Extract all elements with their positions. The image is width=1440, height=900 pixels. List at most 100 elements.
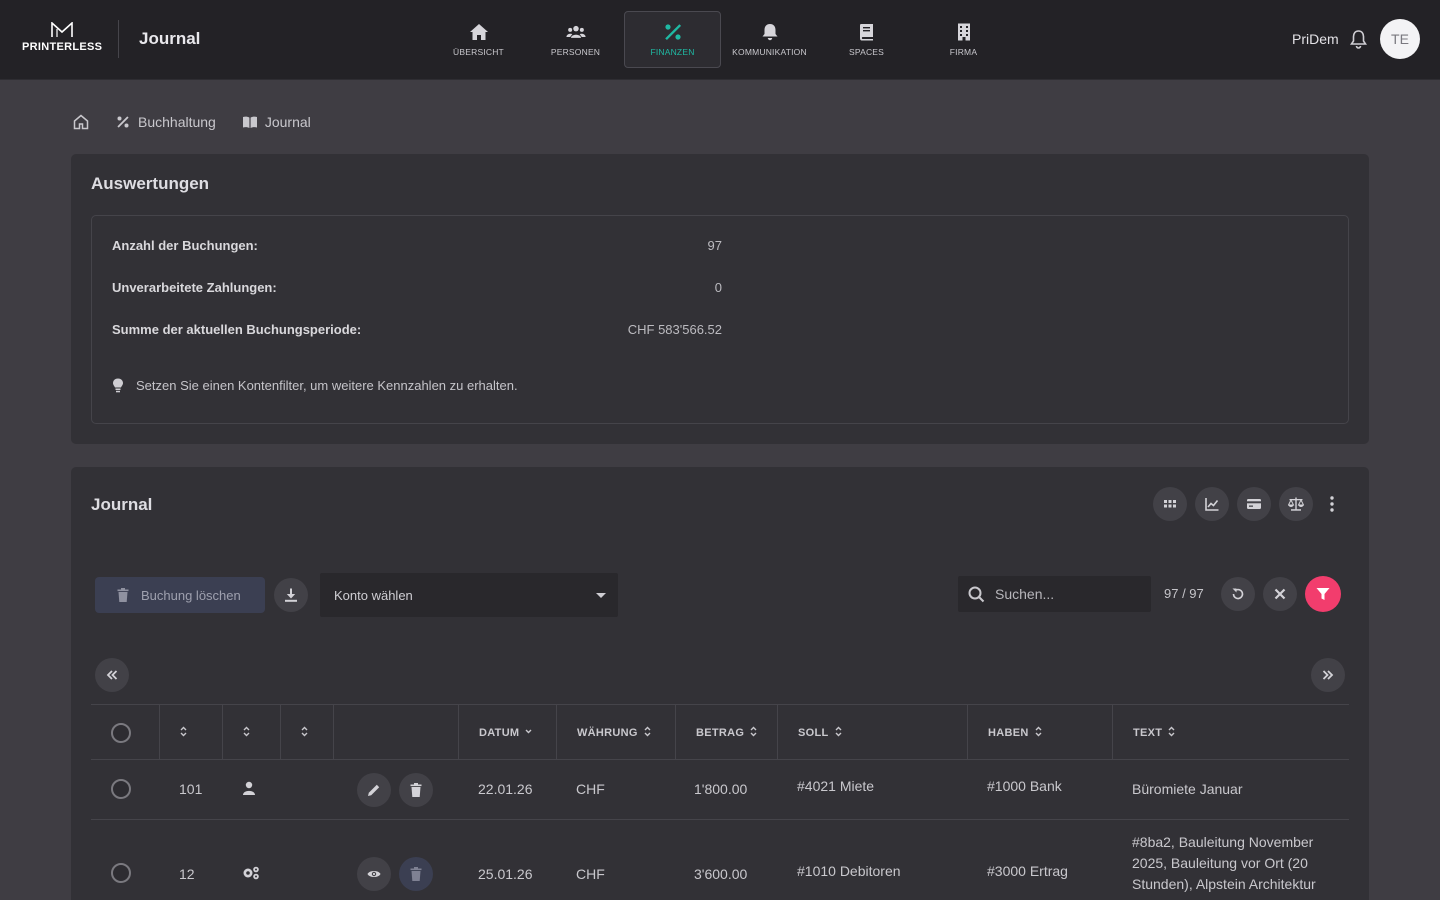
sort-icon xyxy=(301,726,308,740)
notifications-bell-icon[interactable] xyxy=(1349,29,1368,49)
scale-icon xyxy=(1288,497,1304,511)
nav-label: SPACES xyxy=(848,46,885,57)
payments-button[interactable] xyxy=(1237,487,1271,521)
page-last-button[interactable] xyxy=(1311,658,1345,692)
evaluation-title: Auswertungen xyxy=(91,174,210,193)
nav-item-kommunikation[interactable]: KOMMUNIKATION xyxy=(721,11,818,68)
journal-toolbar xyxy=(1153,487,1343,521)
sort-icon xyxy=(180,726,187,740)
breadcrumb-label: Buchhaltung xyxy=(138,114,216,130)
trash-icon xyxy=(410,783,422,797)
breadcrumb-journal[interactable]: Journal xyxy=(242,114,311,130)
select-all-checkbox[interactable] xyxy=(111,722,131,743)
nav-label: FINANZEN xyxy=(650,46,695,57)
bell-icon xyxy=(762,23,777,40)
percent-icon xyxy=(664,23,681,40)
download-button[interactable] xyxy=(274,578,308,612)
column-datum[interactable]: DATUM xyxy=(458,705,556,760)
table-row[interactable]: 101 22.01.26 CHF 1'800.00 #4021 Miete #1… xyxy=(91,760,1349,820)
download-icon xyxy=(285,588,297,602)
brand-logo[interactable]: PRINTERLESS xyxy=(22,22,102,58)
nav-item-spaces[interactable]: SPACES xyxy=(818,11,915,68)
avatar[interactable]: TE xyxy=(1380,19,1420,59)
row-waehrung: CHF xyxy=(576,866,605,882)
hint-text: Setzen Sie einen Kontenfilter, um weiter… xyxy=(136,378,518,393)
row-haben[interactable]: #1000 Bank xyxy=(987,778,1062,794)
breadcrumb: Buchhaltung Journal xyxy=(73,112,337,132)
nav-item-firma[interactable]: FIRMA xyxy=(915,11,1012,68)
row-haben[interactable]: #3000 Ertrag xyxy=(987,863,1068,879)
breadcrumb-home[interactable] xyxy=(73,114,89,130)
clear-button[interactable] xyxy=(1263,577,1297,611)
nav-item-uebersicht[interactable]: ÜBERSICHT xyxy=(430,11,527,68)
column-text[interactable]: TEXT xyxy=(1112,705,1349,760)
home-icon xyxy=(469,23,488,40)
delete-row-button[interactable] xyxy=(399,773,433,807)
eval-label: Summe der aktuellen Buchungsperiode: xyxy=(112,322,362,337)
result-count: 97 / 97 xyxy=(1164,586,1204,601)
percent-icon xyxy=(117,116,129,128)
journal-table: DATUM WÄHRUNG BETRAG SOLL HABEN TEXT 101… xyxy=(91,704,1349,900)
column-betrag[interactable]: BETRAG xyxy=(675,705,777,760)
logo-mark-icon xyxy=(51,22,73,37)
nav-label: PERSONEN xyxy=(550,46,601,57)
row-text: #8ba2, Bauleitung November 2025, Bauleit… xyxy=(1132,834,1316,892)
main-nav: ÜBERSICHT PERSONEN FINANZEN KOMMUNIKATIO… xyxy=(430,11,1012,68)
breadcrumb-buchhaltung[interactable]: Buchhaltung xyxy=(115,114,216,130)
eval-value: CHF 583'566.52 xyxy=(627,322,722,337)
row-waehrung: CHF xyxy=(576,781,605,797)
evaluation-card: Auswertungen Anzahl der Buchungen: 97 Un… xyxy=(71,154,1369,444)
top-bar: PRINTERLESS Journal ÜBERSICHT PERSONEN F… xyxy=(0,0,1440,80)
edit-button[interactable] xyxy=(357,773,391,807)
delete-booking-button[interactable]: Buchung löschen xyxy=(95,577,265,613)
brand-name: PRINTERLESS xyxy=(22,41,103,53)
grid-view-button[interactable] xyxy=(1153,487,1187,521)
chevrons-left-icon xyxy=(106,670,118,680)
row-soll[interactable]: #1010 Debitoren xyxy=(797,863,901,879)
column-type[interactable] xyxy=(222,705,280,760)
book-icon xyxy=(859,23,873,40)
balance-button[interactable] xyxy=(1279,487,1313,521)
account-select[interactable]: Konto wählen xyxy=(320,573,618,617)
table-row[interactable]: 12 25.01.26 CHF 3'600.00 #1010 Debitoren… xyxy=(91,820,1349,900)
row-checkbox[interactable] xyxy=(111,863,131,883)
edit-icon xyxy=(368,784,380,796)
column-waehrung[interactable]: WÄHRUNG xyxy=(556,705,675,760)
filter-button[interactable] xyxy=(1305,576,1341,612)
eval-value: 0 xyxy=(714,280,722,295)
nav-label: FIRMA xyxy=(949,46,978,57)
column-soll[interactable]: SOLL xyxy=(777,705,967,760)
more-options-button[interactable] xyxy=(1321,487,1343,521)
column-id[interactable] xyxy=(159,705,222,760)
reload-button[interactable] xyxy=(1221,577,1255,611)
nav-item-finanzen[interactable]: FINANZEN xyxy=(624,11,721,68)
search-input[interactable] xyxy=(995,586,1145,602)
delete-row-button[interactable] xyxy=(399,857,433,891)
page-first-button[interactable] xyxy=(95,658,129,692)
row-checkbox[interactable] xyxy=(111,779,131,799)
eval-row-bookings: Anzahl der Buchungen: 97 xyxy=(112,238,722,258)
row-soll[interactable]: #4021 Miete xyxy=(797,778,874,794)
view-button[interactable] xyxy=(357,857,391,891)
row-text: Büromiete Januar xyxy=(1132,781,1243,797)
sort-desc-icon xyxy=(525,726,532,740)
trash-icon xyxy=(117,588,129,602)
sort-icon xyxy=(1168,726,1175,740)
close-icon xyxy=(1274,588,1286,600)
row-datum: 25.01.26 xyxy=(478,866,533,882)
nav-item-personen[interactable]: PERSONEN xyxy=(527,11,624,68)
row-id: 101 xyxy=(179,781,203,797)
account-select-value: Konto wählen xyxy=(334,587,413,603)
table-header: DATUM WÄHRUNG BETRAG SOLL HABEN TEXT xyxy=(91,704,1349,760)
sort-icon xyxy=(243,726,250,740)
user-name[interactable]: PriDem xyxy=(1292,31,1339,47)
journal-title: Journal xyxy=(91,495,153,514)
evaluation-panel: Anzahl der Buchungen: 97 Unverarbeitete … xyxy=(91,215,1349,424)
chevrons-right-icon xyxy=(1322,670,1334,680)
column-flag[interactable] xyxy=(280,705,333,760)
column-haben[interactable]: HABEN xyxy=(967,705,1112,760)
search-field[interactable] xyxy=(958,576,1151,612)
card-icon xyxy=(1247,499,1261,509)
sort-icon xyxy=(835,726,842,740)
chart-button[interactable] xyxy=(1195,487,1229,521)
